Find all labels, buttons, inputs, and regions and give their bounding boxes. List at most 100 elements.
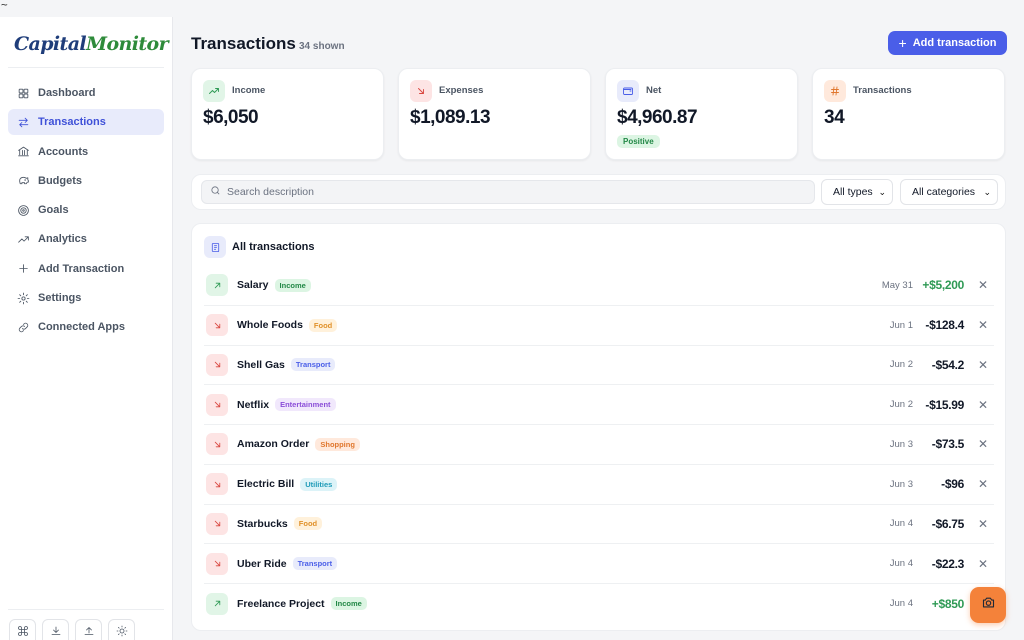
transaction-row[interactable]: Netflix Entertainment Jun 2 -$15.99 ✕	[204, 385, 994, 425]
sidebar-item-accounts[interactable]: Accounts	[8, 139, 164, 165]
delete-icon[interactable]: ✕	[978, 278, 988, 292]
hash-icon	[824, 80, 846, 102]
transaction-row[interactable]: Salary Income May 31 +$5,200 ✕	[204, 266, 994, 306]
transaction-name: Freelance Project	[237, 597, 325, 610]
transaction-amount: -$54.2	[931, 357, 965, 372]
transaction-row[interactable]: Whole Foods Food Jun 1 -$128.4 ✕	[204, 306, 994, 346]
transaction-row[interactable]: Electric Bill Utilities Jun 3 -$96 ✕	[204, 465, 994, 505]
delete-icon[interactable]: ✕	[978, 318, 988, 332]
category-badge: Shopping	[315, 437, 360, 451]
category-badge: Transport	[290, 358, 336, 372]
sidebar-item-connected-apps[interactable]: Connected Apps	[8, 314, 164, 340]
sidebar-item-transactions[interactable]: Transactions	[8, 109, 164, 136]
sidebar-item-label: Transactions	[38, 116, 106, 129]
plus-icon	[16, 262, 30, 276]
net-card: Net $4,960.87 Positive	[605, 68, 798, 160]
delete-icon[interactable]: ✕	[978, 477, 988, 491]
target-icon	[16, 203, 30, 217]
arrow-down-right-icon	[206, 314, 228, 337]
sidebar-item-label: Goals	[38, 204, 69, 217]
arrow-down-right-icon	[410, 80, 432, 102]
sidebar-item-settings[interactable]: Settings	[8, 285, 164, 311]
command-button[interactable]	[9, 619, 36, 640]
sidebar-item-label: Dashboard	[38, 87, 96, 99]
delete-icon[interactable]: ✕	[978, 437, 988, 451]
sidebar-item-label: Accounts	[38, 145, 89, 158]
sidebar-item-label: Budgets	[38, 174, 82, 187]
sidebar-item-budgets[interactable]: Budgets	[8, 168, 164, 194]
expenses-value: $1,089.13	[410, 107, 491, 128]
sidebar-item-label: Settings	[38, 292, 82, 305]
transaction-amount: +$5,200	[922, 278, 964, 293]
scan-receipt-button[interactable]	[970, 587, 1006, 623]
transaction-row[interactable]: Shell Gas Transport Jun 2 -$54.2 ✕	[204, 346, 994, 386]
list-header: All transactions	[204, 236, 315, 258]
income-value: $6,050	[203, 107, 259, 128]
page-title: Transactions	[191, 34, 296, 53]
transaction-date: Jun 2	[889, 359, 913, 371]
search-box	[201, 180, 815, 204]
category-select-value: All categories	[912, 186, 976, 198]
transaction-name: Shell Gas	[237, 358, 285, 371]
type-select[interactable]: All types ⌄	[821, 179, 893, 205]
category-badge: Food	[293, 517, 323, 531]
shown-count: 34 shown	[299, 41, 345, 52]
transaction-date: Jun 4	[889, 558, 913, 570]
transactions-count-value: 34	[824, 107, 845, 128]
sidebar-item-goals[interactable]: Goals	[8, 197, 164, 223]
upload-button[interactable]	[75, 619, 102, 640]
piggy-bank-icon	[16, 174, 30, 188]
arrow-down-right-icon	[206, 473, 228, 496]
list-title: All transactions	[232, 241, 315, 253]
sun-icon	[116, 624, 128, 640]
transaction-row[interactable]: Uber Ride Transport Jun 4 -$22.3 ✕	[204, 544, 994, 584]
add-transaction-button[interactable]: + Add transaction	[888, 31, 1007, 55]
transaction-amount: -$6.75	[931, 516, 965, 531]
sidebar-item-add-transaction[interactable]: Add Transaction	[8, 256, 164, 282]
sidebar-divider	[8, 67, 164, 68]
sidebar-bottom-toolbar	[9, 619, 135, 640]
transaction-rows: Salary Income May 31 +$5,200 ✕ Whole Foods Foo…	[204, 266, 994, 624]
download-button[interactable]	[42, 619, 69, 640]
chevron-down-icon: ⌄	[878, 186, 886, 197]
receipt-icon	[204, 236, 226, 258]
command-icon	[17, 624, 29, 640]
add-transaction-label: Add transaction	[912, 37, 997, 49]
transaction-row[interactable]: Starbucks Food Jun 4 -$6.75 ✕	[204, 505, 994, 545]
search-input[interactable]	[227, 186, 787, 198]
transaction-name: Netflix	[237, 398, 270, 411]
terminal-tilde: ~	[1, 0, 8, 11]
delete-icon[interactable]: ✕	[978, 398, 988, 412]
transaction-date: Jun 3	[889, 478, 913, 490]
arrow-down-right-icon	[206, 353, 228, 376]
transaction-name: Salary	[237, 279, 269, 292]
transactions-count-label: Transactions	[853, 85, 912, 96]
net-value: $4,960.87	[617, 107, 698, 128]
positive-badge: Positive	[617, 135, 660, 148]
brand-part1: Capital	[14, 33, 87, 55]
theme-toggle-button[interactable]	[108, 619, 135, 640]
delete-icon[interactable]: ✕	[978, 517, 988, 531]
transaction-row[interactable]: Freelance ProjectIncomeJun 4+$850✕	[204, 584, 994, 624]
brand-part2: Monitor	[86, 33, 169, 55]
brand-logo[interactable]: CapitalMonitor	[14, 33, 169, 55]
transaction-name: Amazon Order	[237, 438, 310, 451]
expenses-label: Expenses	[439, 85, 484, 96]
expenses-card: Expenses $1,089.13	[398, 68, 591, 160]
sidebar-item-analytics[interactable]: Analytics	[8, 226, 164, 252]
transaction-amount: +$850	[931, 596, 965, 611]
category-select[interactable]: All categories ⌄	[900, 179, 998, 205]
delete-icon[interactable]: ✕	[978, 557, 988, 571]
delete-icon[interactable]: ✕	[978, 358, 988, 372]
income-card: Income $6,050	[191, 68, 384, 160]
camera-icon	[981, 595, 996, 615]
transaction-name: Uber Ride	[237, 557, 287, 570]
plus-icon: +	[898, 35, 907, 51]
transaction-amount: -$15.99	[925, 397, 964, 412]
sidebar-item-dashboard[interactable]: Dashboard	[8, 80, 164, 106]
category-badge: Income	[274, 278, 311, 292]
transaction-row[interactable]: Amazon Order Shopping Jun 3 -$73.5 ✕	[204, 425, 994, 465]
income-label: Income	[232, 85, 266, 96]
arrow-up-right-icon	[206, 592, 228, 615]
search-icon	[210, 183, 221, 201]
